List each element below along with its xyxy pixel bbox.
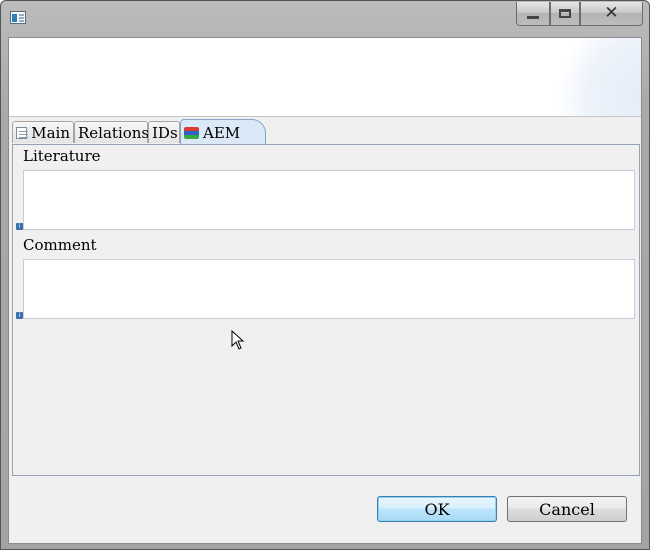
literature-label: Literature — [23, 147, 101, 165]
tab-main[interactable]: Main — [12, 121, 74, 143]
tab-strip: Main Relations IDs AEM — [12, 119, 640, 145]
comment-label: Comment — [23, 236, 97, 254]
banner-decoration — [541, 38, 641, 116]
dialog-window: ✕ Main Relations IDs AEM Literature i Co… — [0, 0, 650, 550]
dialog-client-area: Main Relations IDs AEM Literature i Comm… — [8, 37, 642, 544]
maximize-icon — [559, 9, 571, 18]
close-icon: ✕ — [604, 3, 619, 23]
tab-ids-label: IDs — [152, 123, 178, 142]
app-icon[interactable] — [10, 11, 26, 24]
cancel-button[interactable]: Cancel — [507, 496, 627, 522]
literature-input[interactable] — [23, 170, 635, 230]
tab-aem-label: AEM — [203, 123, 241, 142]
comment-info-icon: i — [16, 312, 23, 319]
tab-relations[interactable]: Relations — [74, 121, 150, 143]
title-bar[interactable]: ✕ — [1, 1, 649, 33]
window-controls: ✕ — [516, 2, 644, 26]
tab-ids[interactable]: IDs — [148, 121, 180, 143]
main-tab-icon — [16, 126, 29, 139]
tab-relations-label: Relations — [78, 123, 150, 142]
mouse-cursor-icon — [231, 330, 245, 350]
comment-input[interactable] — [23, 259, 635, 319]
minimize-icon — [527, 16, 539, 19]
minimize-button[interactable] — [516, 2, 550, 26]
tab-main-label: Main — [31, 123, 70, 142]
ok-button[interactable]: OK — [377, 496, 497, 522]
header-banner — [9, 38, 641, 117]
tab-aem[interactable]: AEM — [180, 119, 266, 145]
tab-content-panel: Literature i Comment i — [12, 144, 640, 476]
maximize-button[interactable] — [550, 2, 580, 26]
literature-info-icon: i — [16, 223, 23, 230]
close-button[interactable]: ✕ — [580, 2, 643, 26]
aem-tab-icon — [184, 126, 199, 139]
